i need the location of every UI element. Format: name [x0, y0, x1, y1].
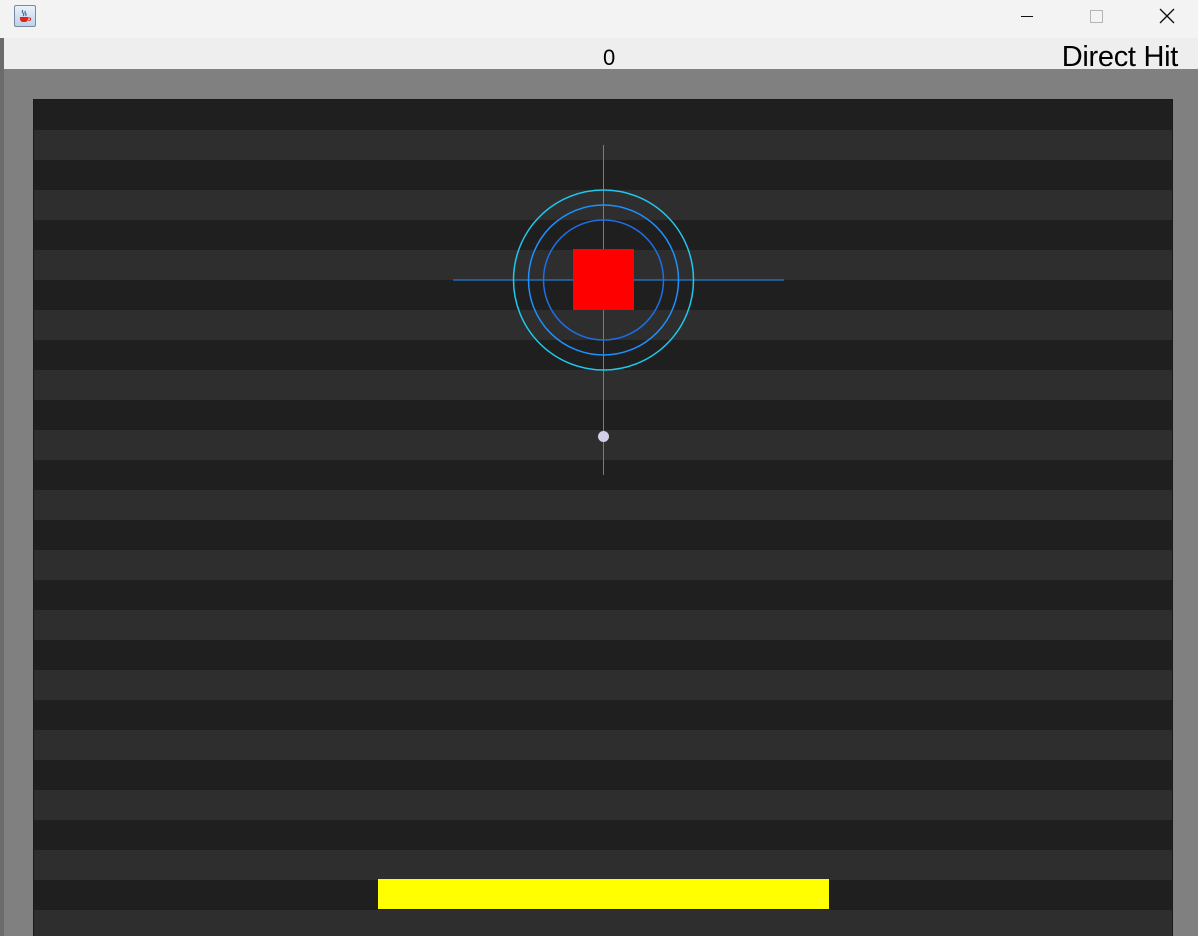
title-bar[interactable]	[0, 0, 1198, 38]
hud-bar: 0 Direct Hit	[4, 38, 1198, 73]
window-frame-edge	[0, 38, 4, 936]
red-target-block	[573, 249, 634, 310]
ball	[598, 431, 609, 442]
score-counter: 0	[603, 45, 616, 70]
game-playfield[interactable]	[33, 99, 1173, 936]
yellow-paddle[interactable]	[378, 879, 829, 909]
maximize-button[interactable]	[1066, 0, 1126, 32]
minimize-icon	[1021, 16, 1033, 17]
maximize-icon	[1090, 10, 1103, 23]
hit-status-label: Direct Hit	[1061, 41, 1179, 73]
java-coffee-cup-icon[interactable]	[14, 5, 36, 27]
close-button[interactable]	[1137, 0, 1197, 32]
game-window: 0 Direct Hit	[0, 0, 1198, 936]
minimize-button[interactable]	[998, 0, 1058, 32]
close-icon	[1159, 8, 1175, 24]
